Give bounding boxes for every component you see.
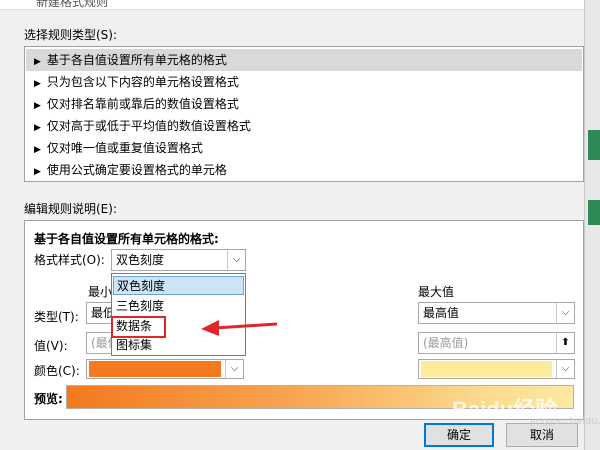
max-type-value: 最高值 [423, 306, 460, 320]
rule-type-item-label: 仅对高于或低于平均值的数值设置格式 [46, 119, 251, 133]
triangle-right-icon: ▶ [34, 145, 41, 155]
sheet-cell-fill [588, 200, 600, 225]
dropdown-option[interactable]: 双色刻度 [113, 276, 244, 295]
annotation-arrow-icon [201, 320, 278, 336]
rule-type-item[interactable]: ▶ 使用公式确定要设置格式的单元格 [26, 159, 582, 181]
triangle-right-icon: ▶ [34, 57, 41, 67]
triangle-right-icon: ▶ [34, 101, 41, 111]
color-label: 颜色(C): [34, 364, 80, 378]
triangle-right-icon: ▶ [34, 79, 41, 89]
value-label: 值(V): [34, 339, 68, 353]
type-label: 类型(T): [34, 310, 79, 324]
rule-type-list[interactable]: ▶ 基于各自值设置所有单元格的格式 ▶ 只为包含以下内容的单元格设置格式 ▶ 仅对排名… [24, 46, 584, 182]
rule-type-item-label: 只为包含以下内容的单元格设置格式 [46, 75, 239, 89]
format-style-label: 格式样式(O): [34, 253, 105, 267]
dialog-title-bar: 新建格式规则 [0, 0, 584, 10]
min-color-swatch [89, 361, 221, 377]
rule-type-item[interactable]: ▶ 基于各自值设置所有单元格的格式 [26, 49, 582, 71]
format-style-select[interactable]: 双色刻度 ⌵ [111, 249, 246, 271]
triangle-right-icon: ▶ [34, 167, 41, 177]
rule-type-item-label: 使用公式确定要设置格式的单元格 [46, 163, 227, 177]
dialog-title: 新建格式规则 [36, 0, 109, 9]
preview-label: 预览: [34, 392, 63, 406]
format-style-value: 双色刻度 [116, 253, 165, 267]
watermark-url: jingyan.baidu.com [530, 416, 600, 427]
chevron-down-icon[interactable]: ⌵ [556, 303, 574, 323]
min-color-picker[interactable]: ⌵ [86, 359, 244, 379]
sheet-cell-fill [588, 130, 600, 160]
max-color-swatch [421, 361, 552, 377]
max-color-picker[interactable]: ⌵ [418, 359, 575, 379]
rule-type-item[interactable]: ▶ 仅对排名靠前或靠后的数值设置格式 [26, 93, 582, 115]
rule-type-item[interactable]: ▶ 只为包含以下内容的单元格设置格式 [26, 71, 582, 93]
max-type-select[interactable]: 最高值 ⌵ [418, 302, 575, 324]
max-value-placeholder: (最高值) [423, 336, 469, 350]
chevron-down-icon[interactable]: ⌵ [556, 360, 574, 378]
chevron-down-icon[interactable]: ⌵ [227, 250, 245, 270]
rule-type-item-label: 仅对唯一值或重复值设置格式 [46, 141, 203, 155]
ok-button[interactable]: 确定 [424, 423, 494, 447]
rule-type-item-label: 基于各自值设置所有单元格的格式 [46, 53, 227, 67]
edit-rule-label: 编辑规则说明(E): [24, 202, 117, 216]
rule-type-item[interactable]: ▶ 仅对唯一值或重复值设置格式 [26, 137, 582, 159]
chevron-down-icon[interactable]: ⌵ [225, 360, 243, 378]
rule-type-item-label: 仅对排名靠前或靠后的数值设置格式 [46, 97, 239, 111]
range-select-icon[interactable]: ⬆ [556, 333, 574, 353]
edit-rule-heading: 基于各自值设置所有单元格的格式: [34, 232, 219, 246]
background-sheet-edge [584, 0, 600, 450]
max-column-header: 最大值 [418, 285, 455, 299]
annotation-highlight-box [111, 316, 166, 338]
rule-type-item[interactable]: ▶ 仅对高于或低于平均值的数值设置格式 [26, 115, 582, 137]
rule-type-label: 选择规则类型(S): [24, 28, 118, 42]
triangle-right-icon: ▶ [34, 123, 41, 133]
max-value-input[interactable]: (最高值) ⬆ [418, 332, 575, 354]
